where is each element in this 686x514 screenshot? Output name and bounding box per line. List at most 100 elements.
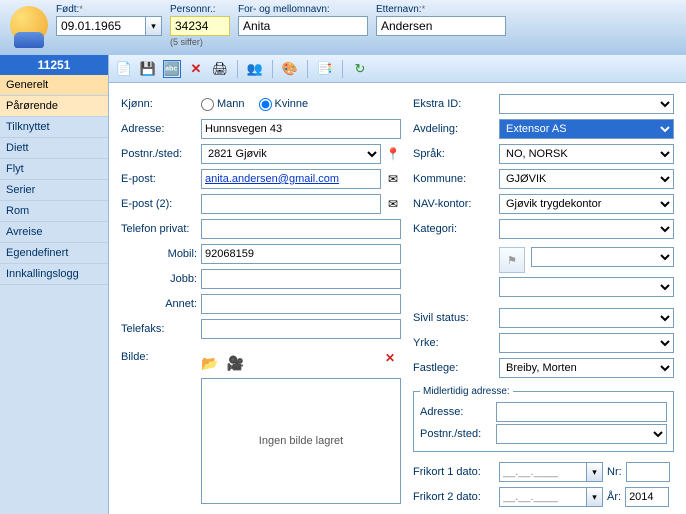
sidebar-item-rom[interactable]: Rom	[0, 201, 108, 222]
frikort2-ar-input[interactable]	[625, 487, 669, 507]
record-id: 11251	[0, 55, 108, 75]
kjonn-mann-option[interactable]: Mann	[201, 98, 245, 111]
frikort2-ar-label: År:	[607, 491, 621, 503]
sidebar-item-diett[interactable]: Diett	[0, 138, 108, 159]
epost2-label: E-post (2):	[121, 198, 201, 210]
m-postnr-label: Postnr./sted:	[420, 428, 496, 440]
fastlege-select[interactable]: Breiby, Morten	[499, 358, 674, 378]
mobil-label: Mobil:	[121, 248, 201, 260]
flag-select[interactable]	[531, 247, 674, 267]
map-icon[interactable]: 📍	[385, 146, 401, 162]
kommune-label: Kommune:	[413, 173, 499, 185]
personnr-hint: (5 siffer)	[170, 37, 230, 47]
m-adresse-input[interactable]	[496, 402, 667, 422]
toolbar: 📄 💾 🔤 ✕ 🖨 👥 🎨 📑 ↻	[109, 55, 686, 83]
webcam-icon[interactable]: 🎥	[226, 355, 243, 372]
kjonn-kvinne-option[interactable]: Kvinne	[259, 98, 309, 111]
firstname-input[interactable]	[238, 16, 368, 36]
kjonn-kvinne-radio[interactable]	[259, 98, 272, 111]
content-panel: 📄 💾 🔤 ✕ 🖨 👥 🎨 📑 ↻ Kjønn: Mann Kvinne	[108, 55, 686, 514]
frikort1-date-dropdown[interactable]: ▾	[587, 462, 603, 482]
yrke-label: Yrke:	[413, 337, 499, 349]
toolbar-separator	[342, 60, 343, 78]
toolbar-separator	[272, 60, 273, 78]
sidebar-item-parorende[interactable]: Pårørende	[0, 96, 108, 117]
personnr-label: Personnr.:	[170, 4, 230, 15]
bilde-label: Bilde:	[121, 351, 201, 363]
folder-open-icon[interactable]: 📂	[201, 355, 218, 372]
kjonn-label: Kjønn:	[121, 98, 201, 110]
kategori-select[interactable]	[499, 219, 674, 239]
frikort2-date-input[interactable]	[499, 487, 587, 507]
flag-icon: ⚑	[507, 254, 517, 267]
mail-icon[interactable]: ✉	[385, 196, 401, 212]
firstname-field-group: For- og mellomnavn:	[238, 4, 368, 36]
jobb-label: Jobb:	[121, 273, 201, 285]
jobb-input[interactable]	[201, 269, 401, 289]
dob-dropdown-button[interactable]: ▾	[146, 16, 162, 36]
yrke-select[interactable]	[499, 333, 674, 353]
frikort1-label: Frikort 1 dato:	[413, 466, 499, 478]
sprak-select[interactable]: NO, NORSK	[499, 144, 674, 164]
annet-input[interactable]	[201, 294, 401, 314]
m-postnr-select[interactable]	[496, 424, 667, 444]
sidebar-item-egendefinert[interactable]: Egendefinert	[0, 243, 108, 264]
epost2-input[interactable]	[201, 194, 381, 214]
kjonn-mann-radio[interactable]	[201, 98, 214, 111]
sidebar-item-generelt[interactable]: Generelt	[0, 75, 108, 96]
palette-icon[interactable]: 🎨	[281, 60, 299, 78]
print-icon[interactable]: 🖨	[211, 60, 229, 78]
adresse-input[interactable]	[201, 119, 401, 139]
sprak-label: Språk:	[413, 148, 499, 160]
toolbar-separator	[307, 60, 308, 78]
refresh-icon[interactable]: ↻	[351, 60, 369, 78]
kommune-select[interactable]: GJØVIK	[499, 169, 674, 189]
sidebar-item-tilknyttet[interactable]: Tilknyttet	[0, 117, 108, 138]
frikort1-nr-input[interactable]	[626, 462, 670, 482]
fastlege-label: Fastlege:	[413, 362, 499, 374]
delete-icon[interactable]: ✕	[187, 60, 205, 78]
mobil-input[interactable]	[201, 244, 401, 264]
dob-field-group: Født:* ▾	[56, 4, 162, 36]
epost-input[interactable]	[201, 169, 381, 189]
save-icon[interactable]: 💾	[139, 60, 157, 78]
frikort1-date-input[interactable]	[499, 462, 587, 482]
personnr-input[interactable]	[170, 16, 230, 36]
form-area: Kjønn: Mann Kvinne Adresse: Postnr./sted…	[109, 83, 686, 514]
postnr-select[interactable]: 2821 Gjøvik	[201, 144, 381, 164]
telefaks-input[interactable]	[201, 319, 401, 339]
card-icon[interactable]: 🔤	[163, 60, 181, 78]
sidebar-item-innkallingslogg[interactable]: Innkallingslogg	[0, 264, 108, 285]
flag-button[interactable]: ⚑	[499, 247, 525, 273]
users-icon[interactable]: 👥	[246, 60, 264, 78]
ekstraid-select[interactable]	[499, 94, 674, 114]
m-adresse-label: Adresse:	[420, 406, 496, 418]
toolbar-separator	[237, 60, 238, 78]
annet-label: Annet:	[121, 298, 201, 310]
frikort2-date-dropdown[interactable]: ▾	[587, 487, 603, 507]
sidebar-item-flyt[interactable]: Flyt	[0, 159, 108, 180]
new-icon[interactable]: 📄	[115, 60, 133, 78]
personnr-field-group: Personnr.: (5 siffer)	[170, 4, 230, 47]
bilde-remove-icon[interactable]: ✕	[385, 351, 395, 365]
mail-icon[interactable]: ✉	[385, 171, 401, 187]
transfer-icon[interactable]: 📑	[316, 60, 334, 78]
kategori-label: Kategori:	[413, 223, 499, 235]
kjonn-radio-group: Mann Kvinne	[201, 98, 308, 111]
dob-input[interactable]	[56, 16, 146, 36]
frikort2-label: Frikort 2 dato:	[413, 491, 499, 503]
nav-select[interactable]: Gjøvik trygdekontor	[499, 194, 674, 214]
sivil-select[interactable]	[499, 308, 674, 328]
sidebar-item-avreise[interactable]: Avreise	[0, 222, 108, 243]
telefon-input[interactable]	[201, 219, 401, 239]
midlertidig-legend: Midlertidig adresse:	[420, 386, 513, 397]
firstname-label: For- og mellomnavn:	[238, 4, 368, 15]
form-right-column: Ekstra ID: Avdeling:Extensor AS Språk:NO…	[413, 93, 674, 504]
avdeling-select[interactable]: Extensor AS	[499, 119, 674, 139]
dob-label: Født:*	[56, 4, 162, 15]
extra-select[interactable]	[499, 277, 674, 297]
sidebar-item-serier[interactable]: Serier	[0, 180, 108, 201]
bilde-placeholder-text: Ingen bilde lagret	[259, 435, 343, 447]
lastname-input[interactable]	[376, 16, 506, 36]
ekstraid-label: Ekstra ID:	[413, 98, 499, 110]
